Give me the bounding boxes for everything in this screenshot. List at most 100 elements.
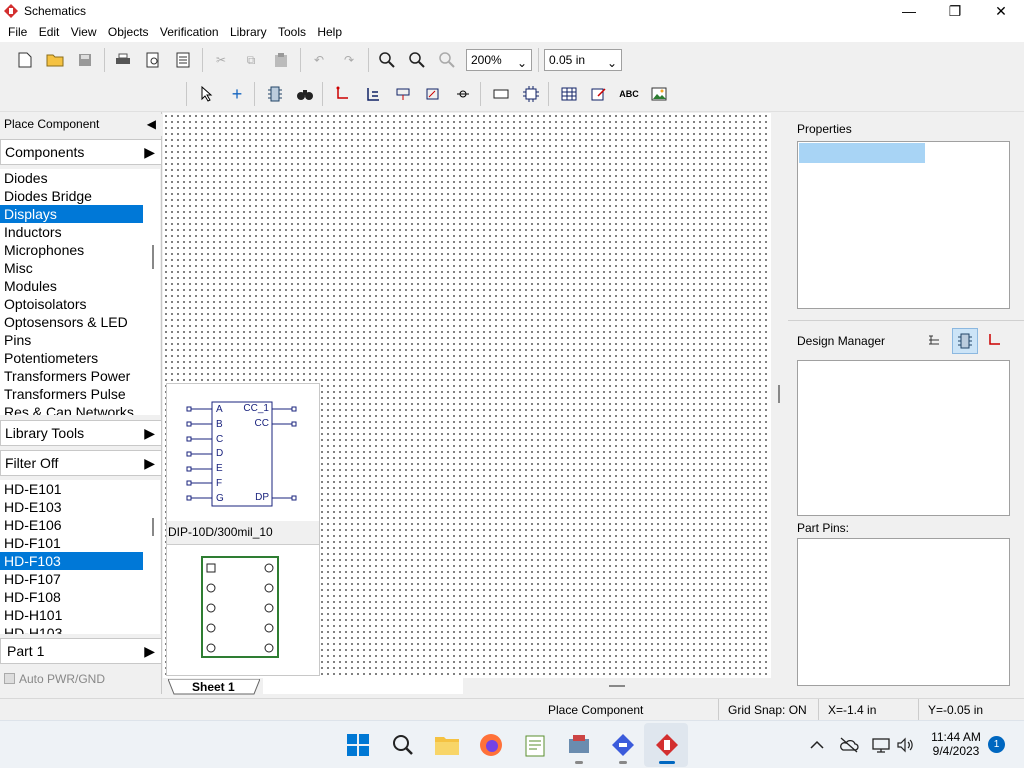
part-pins-list[interactable] [797,538,1010,686]
vertical-scroll-thumb[interactable] [778,385,780,403]
print-icon[interactable] [110,47,136,73]
notification-badge[interactable]: 1 [988,736,1005,753]
new-file-icon[interactable] [12,47,38,73]
redo-icon[interactable]: ↷ [336,47,362,73]
junction-icon[interactable] [450,81,476,107]
part-item[interactable]: HD-F107 [0,570,143,588]
category-item[interactable]: Transformers Power [0,367,143,385]
zoom-select[interactable]: 200% ⌄ [466,49,532,71]
parts-scrollbar[interactable] [152,518,154,536]
part-item[interactable]: HD-F108 [0,588,143,606]
minimize-button[interactable]: — [886,0,932,22]
components-dropdown[interactable]: Components ▶ [0,139,162,165]
select-pointer-icon[interactable] [194,81,220,107]
onedrive-offline-icon[interactable] [836,731,862,759]
menu-tools[interactable]: Tools [278,22,306,39]
volume-icon[interactable] [892,731,918,759]
sheet-tab[interactable]: Sheet 1 [168,679,260,695]
properties-selected-row[interactable] [799,143,925,163]
schematics-app-icon[interactable] [653,731,681,759]
horizontal-scroll-thumb[interactable] [609,685,625,687]
paste-icon[interactable] [268,47,294,73]
part-item[interactable]: HD-F101 [0,534,143,552]
save-icon[interactable] [72,47,98,73]
library-tools-dropdown[interactable]: Library Tools ▶ [0,420,162,446]
table-icon[interactable] [556,81,582,107]
tree-view-icon[interactable] [922,328,946,352]
collapse-triangle-icon[interactable]: ◀ [147,114,156,134]
grid-size-select[interactable]: 0.05 in ⌄ [544,49,622,71]
menu-edit[interactable]: Edit [39,22,60,39]
category-item[interactable]: Pins [0,331,143,349]
wire-icon[interactable] [330,81,356,107]
find-binoculars-icon[interactable] [292,81,318,107]
menu-help[interactable]: Help [317,22,342,39]
category-list[interactable]: Diodes Diodes Bridge Displays Inductors … [0,169,160,415]
net-label-icon[interactable] [390,81,416,107]
menu-library[interactable]: Library [230,22,267,39]
menu-file[interactable]: File [8,22,27,39]
part-item[interactable]: HD-F103 [0,552,143,570]
port-icon[interactable] [488,81,514,107]
parts-list[interactable]: HD-E101 HD-E103 HD-E106 HD-F101 HD-F103 … [0,480,160,634]
bus-icon[interactable] [360,81,386,107]
filter-dropdown[interactable]: Filter Off ▶ [0,450,162,476]
zoom-fit-icon[interactable] [434,47,460,73]
part-item[interactable]: HD-H101 [0,606,143,624]
chevron-up-icon[interactable] [804,731,830,759]
properties-grid[interactable] [797,141,1010,309]
part-item[interactable]: HD-E103 [0,498,143,516]
close-button[interactable]: ✕ [978,0,1024,22]
components-view-icon[interactable] [952,328,978,354]
auto-pwr-gnd-checkbox[interactable] [4,673,15,684]
part-item[interactable]: HD-H103 [0,624,143,634]
category-item[interactable]: Optoisolators [0,295,143,313]
zoom-in-icon[interactable] [374,47,400,73]
text-abc-icon[interactable]: ABC [616,81,642,107]
menu-verification[interactable]: Verification [160,22,219,39]
network-icon[interactable] [868,731,894,759]
page-setup-icon[interactable] [170,47,196,73]
design-manager-list[interactable] [797,360,1010,516]
canvas-vertical-scrollbar[interactable] [771,113,788,678]
notepad-plus-icon[interactable] [521,731,549,759]
firefox-icon[interactable] [477,731,505,759]
category-item[interactable]: Modules [0,277,143,295]
category-item[interactable]: Diodes Bridge [0,187,143,205]
category-item[interactable]: Inductors [0,223,143,241]
edit-sheet-icon[interactable] [586,81,612,107]
chip-icon[interactable] [518,81,544,107]
category-item[interactable]: Optosensors & LED [0,313,143,331]
part-item[interactable]: HD-E106 [0,516,143,534]
category-item[interactable]: Diodes [0,169,143,187]
undo-icon[interactable]: ↶ [306,47,332,73]
image-icon[interactable] [646,81,672,107]
nets-view-icon[interactable] [982,328,1006,352]
category-item[interactable]: Microphones [0,241,143,259]
clock[interactable]: 11:44 AM 9/4/2023 [928,730,984,758]
maximize-button[interactable]: ❐ [932,0,978,22]
category-item[interactable]: Misc [0,259,143,277]
print-preview-icon[interactable] [140,47,166,73]
category-scrollbar[interactable] [152,245,154,269]
category-item[interactable]: Potentiometers [0,349,143,367]
part-item[interactable]: HD-E101 [0,480,143,498]
category-item[interactable]: Transformers Pulse [0,385,143,403]
file-explorer-icon[interactable] [433,731,461,759]
copy-icon[interactable]: ⧉ [238,47,264,73]
cut-icon[interactable]: ✂ [208,47,234,73]
app-tools-icon[interactable] [565,731,593,759]
zoom-out-icon[interactable] [404,47,430,73]
category-item[interactable]: Res & Cap Networks [0,403,143,415]
part-selector-dropdown[interactable]: Part 1 ▶ [0,638,162,664]
crosshair-icon[interactable]: + [224,81,250,107]
category-item[interactable]: Displays [0,205,143,223]
bus-entry-icon[interactable] [420,81,446,107]
search-icon[interactable] [389,731,417,759]
place-component-icon[interactable] [262,81,288,107]
diamond-app-icon[interactable] [609,731,637,759]
auto-pwr-gnd-option[interactable]: Auto PWR/GND [4,672,154,688]
open-folder-icon[interactable] [42,47,68,73]
menu-view[interactable]: View [71,22,97,39]
menu-objects[interactable]: Objects [108,22,149,39]
